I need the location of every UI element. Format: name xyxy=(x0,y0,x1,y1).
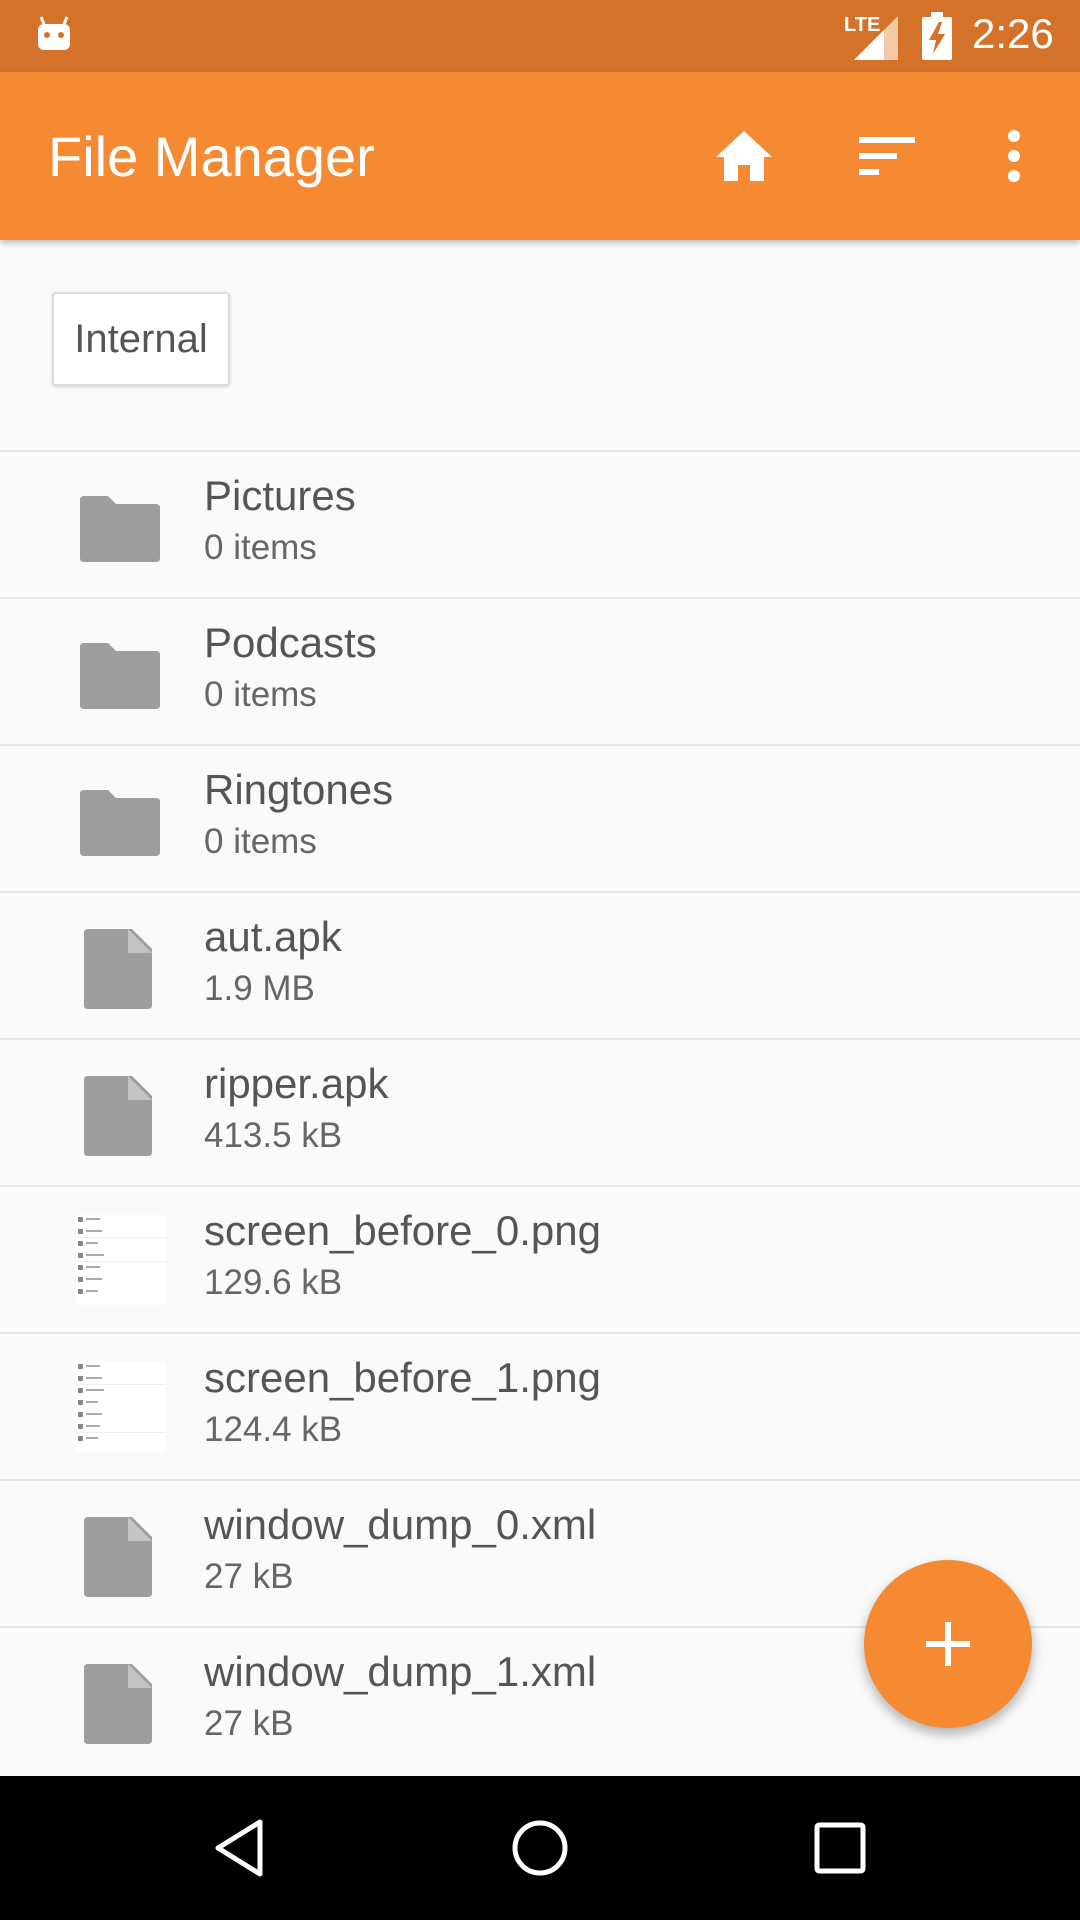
file-name: ripper.apk xyxy=(204,1060,389,1107)
image-thumbnail xyxy=(76,1362,166,1452)
file-meta: 1.9 MB xyxy=(204,969,315,1008)
path-chip-label: Internal xyxy=(74,316,208,361)
folder-icon xyxy=(80,496,160,562)
file-name: screen_before_0.png xyxy=(204,1207,601,1254)
app-bar: File Manager xyxy=(0,72,1080,240)
file-meta: 413.5 kB xyxy=(204,1116,343,1155)
more-vert-icon xyxy=(1008,130,1020,182)
file-meta: 129.6 kB xyxy=(204,1263,343,1302)
file-meta: 27 kB xyxy=(204,1557,294,1596)
status-bar: LTE 2:26 xyxy=(0,0,1080,72)
list-item-ripper-apk[interactable]: ripper.apk 413.5 kB xyxy=(0,1038,1080,1185)
list-item-aut-apk[interactable]: aut.apk 1.9 MB xyxy=(0,891,1080,1038)
file-name: screen_before_1.png xyxy=(204,1354,601,1401)
file-icon xyxy=(84,929,152,1009)
nav-back-button[interactable] xyxy=(204,1812,276,1884)
signal-icon xyxy=(854,16,898,60)
list-item-ringtones[interactable]: Ringtones 0 items xyxy=(0,744,1080,891)
file-name: aut.apk xyxy=(204,913,342,960)
back-icon xyxy=(215,1819,263,1877)
path-bar: Internal xyxy=(0,240,1080,450)
home-circle-icon xyxy=(512,1820,568,1876)
plus-icon xyxy=(926,1622,970,1666)
file-icon xyxy=(84,1517,152,1597)
app-title: File Manager xyxy=(48,125,375,188)
path-chip-internal[interactable]: Internal xyxy=(52,292,230,386)
list-item-screen-before-0[interactable]: screen_before_0.png 129.6 kB xyxy=(0,1185,1080,1332)
file-meta: 0 items xyxy=(204,822,317,861)
file-icon xyxy=(84,1664,152,1744)
recents-icon xyxy=(814,1822,866,1874)
battery-charging-icon xyxy=(922,12,952,60)
file-name: window_dump_0.xml xyxy=(204,1501,597,1548)
more-options-button[interactable] xyxy=(978,120,1050,192)
list-item-pictures[interactable]: Pictures 0 items xyxy=(0,450,1080,597)
folder-icon xyxy=(80,790,160,856)
list-item-podcasts[interactable]: Podcasts 0 items xyxy=(0,597,1080,744)
file-icon xyxy=(84,1076,152,1156)
file-meta: 27 kB xyxy=(204,1704,294,1743)
android-icon xyxy=(38,16,70,50)
nav-home-button[interactable] xyxy=(504,1812,576,1884)
sort-icon xyxy=(859,137,915,175)
nav-recents-button[interactable] xyxy=(804,1812,876,1884)
file-name: Podcasts xyxy=(204,619,377,666)
file-name: Pictures xyxy=(204,472,356,519)
sort-button[interactable] xyxy=(852,120,924,192)
clock: 2:26 xyxy=(972,10,1054,57)
file-name: window_dump_1.xml xyxy=(204,1648,597,1695)
image-thumbnail xyxy=(76,1215,166,1305)
add-fab-button[interactable] xyxy=(864,1560,1032,1728)
system-nav-bar xyxy=(0,1776,1080,1920)
home-button[interactable] xyxy=(708,120,780,192)
folder-icon xyxy=(80,643,160,709)
file-meta: 0 items xyxy=(204,675,317,714)
list-item-screen-before-1[interactable]: screen_before_1.png 124.4 kB xyxy=(0,1332,1080,1479)
file-meta: 124.4 kB xyxy=(204,1410,343,1449)
file-name: Ringtones xyxy=(204,766,394,813)
file-meta: 0 items xyxy=(204,528,317,567)
home-icon xyxy=(716,131,772,181)
